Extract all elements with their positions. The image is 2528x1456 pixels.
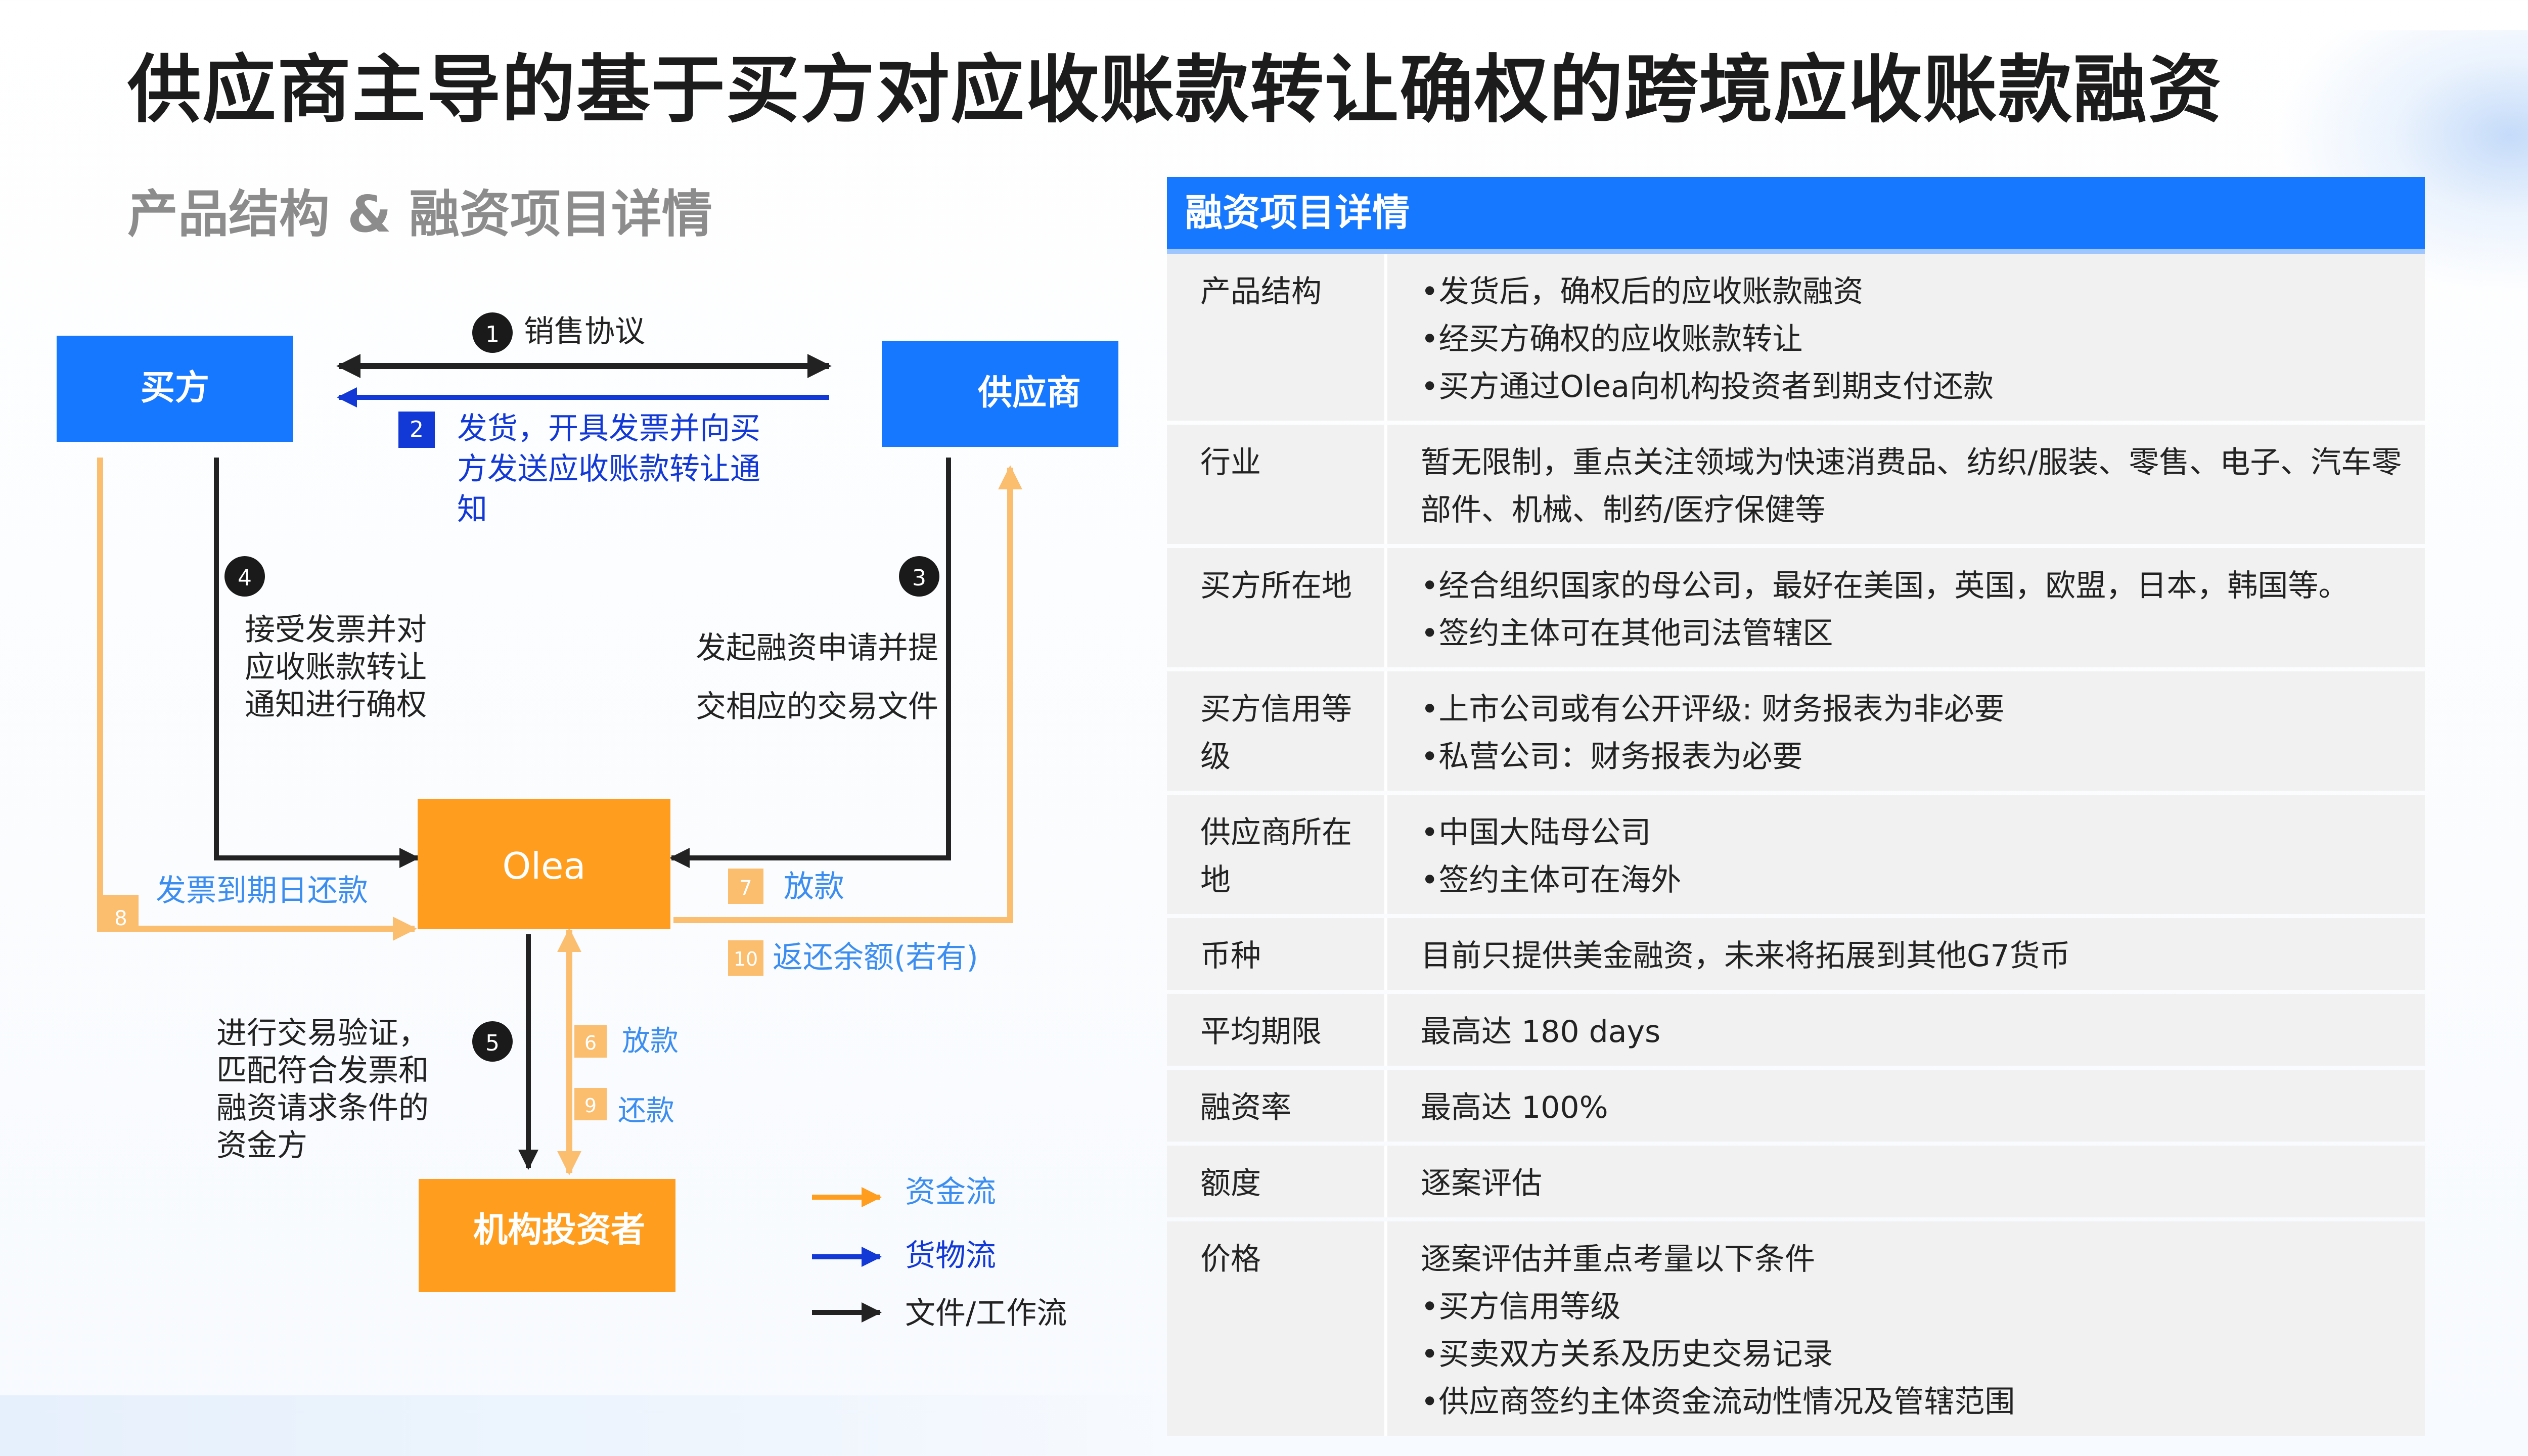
- row-label: 买方所在地: [1167, 548, 1384, 667]
- table-row: 供应商所在地 •中国大陆母公司 •签约主体可在海外: [1167, 795, 2425, 914]
- step-7-number: 7: [739, 877, 752, 900]
- row-label: 融资率: [1167, 1070, 1384, 1142]
- legend-fund-flow-label: 资金流: [905, 1174, 996, 1210]
- row-label: 行业: [1167, 425, 1384, 544]
- step-5-label-line-1: 进行交易验证，: [216, 1016, 429, 1051]
- step-4-label-line-3: 通知进行确权: [245, 687, 427, 722]
- step-9-label: 还款: [618, 1095, 674, 1127]
- step-5-label-line-4: 资金方: [216, 1128, 307, 1163]
- row-value: •经合组织国家的母公司，最好在美国，英国，欧盟，日本，韩国等。 •签约主体可在其他…: [1384, 548, 2425, 667]
- row-value-line: •经买方确权的应收账款转让: [1421, 322, 1803, 357]
- legend-goods-flow-label: 货物流: [905, 1238, 996, 1273]
- step-2-label-line-2: 方发送应收账款转让通: [457, 451, 760, 487]
- table-row: 买方所在地 •经合组织国家的母公司，最好在美国，英国，欧盟，日本，韩国等。 •签约主…: [1167, 548, 2425, 667]
- row-value: 最高达 100%: [1384, 1070, 2425, 1142]
- step-4-label-line-2: 应收账款转让: [245, 650, 427, 685]
- row-value-line: 逐案评估并重点考量以下条件: [1421, 1242, 1815, 1277]
- row-value: 逐案评估并重点考量以下条件 •买方信用等级 •买卖双方关系及历史交易记录 •供应商签约…: [1384, 1221, 2425, 1436]
- node-investor-label: 机构投资者: [473, 1210, 645, 1250]
- table-row: 融资率 最高达 100%: [1167, 1070, 2425, 1142]
- row-value: 目前只提供美金融资，未来将拓展到其他G7货币: [1384, 918, 2425, 990]
- row-label: 价格: [1167, 1221, 1384, 1436]
- row-value: 最高达 180 days: [1384, 994, 2425, 1066]
- row-value-line: •签约主体可在海外: [1421, 862, 1682, 898]
- row-value: 暂无限制，重点关注领域为快速消费品、纺织/服装、零售、电子、汽车零部件、机械、制…: [1384, 425, 2425, 544]
- step-7-label: 放款: [784, 869, 844, 904]
- row-label: 币种: [1167, 918, 1384, 990]
- step-10-number: 10: [734, 948, 758, 970]
- node-supplier-label: 供应商: [978, 373, 1081, 413]
- row-value-line: •上市公司或有公开评级: 财务报表为非必要: [1421, 692, 2005, 727]
- row-value-line: 目前只提供美金融资，未来将拓展到其他G7货币: [1421, 938, 2070, 974]
- step-5-label-line-3: 融资请求条件的: [216, 1090, 429, 1126]
- step-3-label-line-2: 交相应的交易文件: [696, 689, 938, 724]
- row-value-line: 暂无限制，重点关注领域为快速消费品、纺织/服装、零售、电子、汽车零部件、机械、制…: [1421, 445, 2402, 528]
- row-label: 额度: [1167, 1146, 1384, 1217]
- step-6-label: 放款: [622, 1025, 679, 1058]
- step-1-number: 1: [485, 322, 500, 347]
- row-value-line: 最高达 180 days: [1421, 1014, 1661, 1050]
- row-value: •发货后，确权后的应收账款融资 •经买方确权的应收账款转让 •买方通过Olea向机构…: [1384, 254, 2425, 421]
- table-row: 产品结构 •发货后，确权后的应收账款融资 •经买方确权的应收账款转让 •买方通过Ole…: [1167, 254, 2425, 421]
- step-10-label: 返还余额(若有): [773, 940, 978, 975]
- table-row: 额度 逐案评估: [1167, 1146, 2425, 1217]
- step-2-number: 2: [410, 417, 424, 442]
- step-1-label: 销售协议: [524, 314, 645, 349]
- row-label: 买方信用等级: [1167, 671, 1384, 791]
- step-4-number: 4: [238, 565, 252, 591]
- row-value-line: •签约主体可在其他司法管辖区: [1421, 616, 1833, 651]
- row-value-line: •供应商签约主体资金流动性情况及管辖范围: [1421, 1384, 2015, 1420]
- table-row: 币种 目前只提供美金融资，未来将拓展到其他G7货币: [1167, 918, 2425, 990]
- table-row: 买方信用等级 •上市公司或有公开评级: 财务报表为非必要 •私营公司：财务报表为必要: [1167, 671, 2425, 791]
- row-label: 供应商所在地: [1167, 795, 1384, 914]
- details-table: 产品结构 •发货后，确权后的应收账款融资 •经买方确权的应收账款转让 •买方通过Ole…: [1167, 250, 2425, 1440]
- step-2-label-line-1: 发货，开具发票并向买: [457, 411, 760, 446]
- flow-diagram: 买方 供应商 Olea 机构投资者 1 销售协议 2 发货，开具发票并向买 方发…: [57, 312, 1118, 1331]
- step-2-label-line-3: 知: [457, 492, 487, 527]
- row-label: 平均期限: [1167, 994, 1384, 1066]
- row-value: •上市公司或有公开评级: 财务报表为非必要 •私营公司：财务报表为必要: [1384, 671, 2425, 791]
- step-8-number: 8: [114, 907, 127, 930]
- row-value-line: •买卖双方关系及历史交易记录: [1421, 1337, 1833, 1372]
- node-buyer-label: 买方: [141, 368, 209, 408]
- step-8-label: 发票到期日还款: [156, 873, 368, 908]
- row-label: 产品结构: [1167, 254, 1384, 421]
- row-value: 逐案评估: [1384, 1146, 2425, 1217]
- row-value-line: •中国大陆母公司: [1421, 815, 1651, 850]
- step-3-number: 3: [912, 565, 926, 591]
- details-header: 融资项目详情: [1167, 177, 2425, 254]
- row-value-line: •买方通过Olea向机构投资者到期支付还款: [1421, 369, 1994, 404]
- step-3-label-line-1: 发起融资申请并提: [696, 630, 938, 666]
- financing-details-panel: 融资项目详情 产品结构 •发货后，确权后的应收账款融资 •经买方确权的应收账款转让 •…: [1167, 177, 2425, 1440]
- table-row: 行业 暂无限制，重点关注领域为快速消费品、纺织/服装、零售、电子、汽车零部件、机械…: [1167, 425, 2425, 544]
- step-6-number: 6: [584, 1032, 597, 1054]
- row-value-line: 最高达 100%: [1421, 1090, 1608, 1125]
- legend-document-flow-label: 文件/工作流: [905, 1296, 1067, 1331]
- table-row: 平均期限 最高达 180 days: [1167, 994, 2425, 1066]
- row-value-line: 逐案评估: [1421, 1166, 1542, 1201]
- row-value: •中国大陆母公司 •签约主体可在海外: [1384, 795, 2425, 914]
- table-row: 价格 逐案评估并重点考量以下条件 •买方信用等级 •买卖双方关系及历史交易记录 •供应商…: [1167, 1221, 2425, 1436]
- row-value-line: •买方信用等级: [1421, 1289, 1621, 1325]
- node-olea-label: Olea: [502, 845, 585, 887]
- row-value-line: •发货后，确权后的应收账款融资: [1421, 274, 1864, 309]
- step-4-label-line-1: 接受发票并对: [245, 612, 427, 648]
- step-9-number: 9: [584, 1095, 597, 1117]
- step-5-label-line-2: 匹配符合发票和: [216, 1053, 429, 1088]
- step-5-number: 5: [485, 1030, 500, 1056]
- row-value-line: •经合组织国家的母公司，最好在美国，英国，欧盟，日本，韩国等。: [1421, 568, 2349, 604]
- row-value-line: •私营公司：财务报表为必要: [1421, 739, 1803, 775]
